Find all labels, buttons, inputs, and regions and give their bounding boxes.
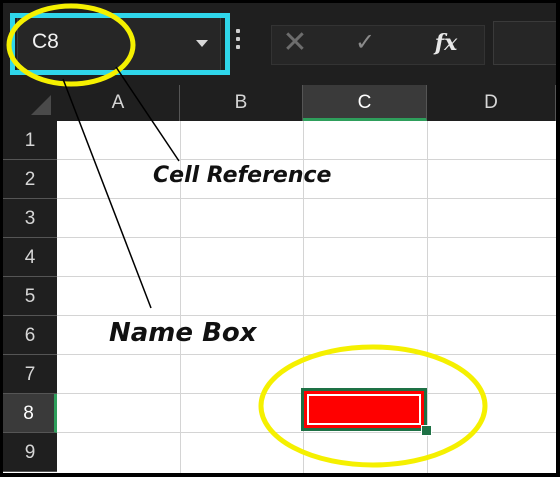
gridline (57, 354, 556, 355)
row-header-4[interactable]: 4 (3, 238, 57, 277)
gridline (57, 159, 556, 160)
gridline (57, 432, 556, 433)
gridline (57, 315, 556, 316)
name-box[interactable]: C8 (17, 15, 221, 71)
cell-reference-annotation: Cell Reference (153, 163, 332, 188)
insert-function-button[interactable]: fx (424, 25, 468, 61)
selected-cell-c8[interactable] (301, 388, 427, 431)
gridline (57, 198, 556, 199)
gridline (57, 237, 556, 238)
select-all-icon (31, 95, 51, 115)
formula-input[interactable] (493, 21, 556, 65)
formula-bar: C8 ✕ ✓ fx (3, 3, 556, 81)
column-header-c[interactable]: C (303, 85, 427, 121)
row-header-6[interactable]: 6 (3, 316, 57, 355)
column-header-d[interactable]: D (427, 85, 556, 121)
row-header-1[interactable]: 1 (3, 121, 57, 160)
gridline (427, 121, 428, 473)
row-header-8[interactable]: 8 (3, 394, 57, 433)
row-header-2[interactable]: 2 (3, 160, 57, 199)
fill-handle[interactable] (421, 425, 432, 436)
name-box-annotation: Name Box (109, 318, 257, 348)
excel-window: C8 ✕ ✓ fx A B C D 1 2 3 4 5 6 7 8 9 Cell… (3, 3, 556, 473)
row-header-9[interactable]: 9 (3, 433, 57, 472)
select-all-button[interactable] (3, 85, 58, 121)
screenshot-frame: C8 ✕ ✓ fx A B C D 1 2 3 4 5 6 7 8 9 Cell… (0, 0, 560, 477)
row-header-7[interactable]: 7 (3, 355, 57, 394)
column-header-b[interactable]: B (180, 85, 303, 121)
row-header-5[interactable]: 5 (3, 277, 57, 316)
column-header-a[interactable]: A (57, 85, 180, 121)
row-header-3[interactable]: 3 (3, 199, 57, 238)
cell-fill (307, 394, 421, 425)
gridline (57, 276, 556, 277)
name-box-value[interactable]: C8 (32, 30, 59, 54)
worksheet-grid[interactable]: A B C D 1 2 3 4 5 6 7 8 9 (3, 85, 556, 473)
cancel-icon[interactable]: ✕ (273, 25, 317, 61)
chevron-down-icon[interactable] (196, 40, 208, 47)
more-options-icon[interactable] (235, 29, 241, 55)
enter-icon[interactable]: ✓ (343, 25, 387, 61)
